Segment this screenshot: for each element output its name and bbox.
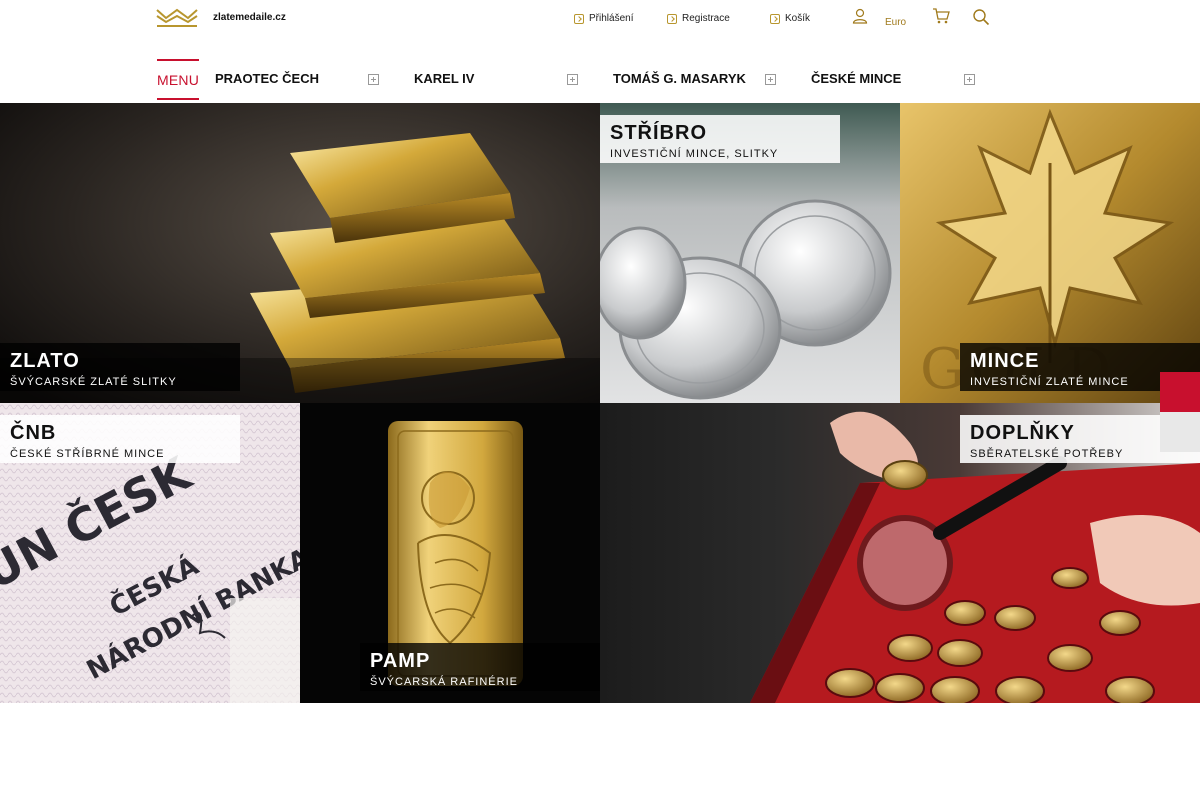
tile-title: ZLATO bbox=[10, 350, 80, 372]
top-bar: zlatemedaile.cz Přihlášení Registrace Ko… bbox=[0, 0, 1200, 44]
login-link[interactable]: Přihlášení bbox=[574, 13, 633, 24]
nav-item-tomas-masaryk[interactable]: TOMÁŠ G. MASARYK bbox=[613, 71, 746, 86]
main-nav: MENU PRAOTEC ČECH KAREL IV TOMÁŠ G. MASA… bbox=[0, 59, 1200, 103]
side-action-button[interactable] bbox=[1160, 412, 1200, 452]
tile-subtitle: INVESTIČNÍ ZLATÉ MINCE bbox=[970, 376, 1129, 388]
tile-subtitle: ČESKÉ STŘÍBRNÉ MINCE bbox=[10, 448, 165, 460]
tile-label: PAMP ŠVÝCARSKÁ RAFINÉRIE bbox=[360, 643, 600, 691]
tile-mince[interactable]: GOLD MINCE INVESTIČNÍ ZLATÉ MINCE bbox=[900, 103, 1200, 403]
tile-doplnky[interactable]: DOPLŇKY SBĚRATELSKÉ POTŘEBY bbox=[600, 403, 1200, 703]
tile-title: ČNB bbox=[10, 422, 57, 444]
chevron-right-icon bbox=[574, 13, 584, 24]
register-label: Registrace bbox=[682, 13, 730, 24]
login-label: Přihlášení bbox=[589, 13, 634, 24]
tile-zlato[interactable]: ZLATO ŠVÝCARSKÉ ZLATÉ SLITKY bbox=[0, 103, 600, 403]
menu-button[interactable]: MENU bbox=[157, 59, 199, 100]
tile-title: DOPLŇKY bbox=[970, 422, 1075, 444]
expand-plus-icon[interactable] bbox=[567, 74, 578, 85]
register-link[interactable]: Registrace bbox=[667, 13, 730, 24]
site-name[interactable]: zlatemedaile.cz bbox=[213, 12, 286, 23]
expand-plus-icon[interactable] bbox=[368, 74, 379, 85]
nav-item-karel-iv[interactable]: KAREL IV bbox=[414, 71, 474, 86]
cart-link[interactable]: Košík bbox=[770, 13, 810, 24]
search-icon[interactable] bbox=[972, 8, 990, 26]
tile-title: STŘÍBRO bbox=[610, 122, 707, 144]
tile-title: MINCE bbox=[970, 350, 1040, 372]
cart-label: Košík bbox=[785, 13, 811, 24]
expand-plus-icon[interactable] bbox=[765, 74, 776, 85]
tile-subtitle: SBĚRATELSKÉ POTŘEBY bbox=[970, 448, 1124, 460]
side-action-button[interactable] bbox=[1160, 372, 1200, 412]
nav-item-ceske-mince[interactable]: ČESKÉ MINCE bbox=[811, 71, 901, 86]
tile-subtitle: ŠVÝCARSKÁ RAFINÉRIE bbox=[370, 676, 518, 688]
tile-label: STŘÍBRO INVESTIČNÍ MINCE, SLITKY bbox=[600, 115, 840, 163]
nav-item-praotec-cech[interactable]: PRAOTEC ČECH bbox=[215, 71, 319, 86]
tile-subtitle: INVESTIČNÍ MINCE, SLITKY bbox=[610, 148, 779, 160]
tile-subtitle: ŠVÝCARSKÉ ZLATÉ SLITKY bbox=[10, 376, 177, 388]
tile-label: ZLATO ŠVÝCARSKÉ ZLATÉ SLITKY bbox=[0, 343, 240, 391]
cart-icon[interactable] bbox=[932, 8, 950, 24]
tile-stribro[interactable]: STŘÍBRO INVESTIČNÍ MINCE, SLITKY bbox=[600, 103, 900, 403]
currency-selector[interactable]: Euro bbox=[885, 17, 906, 28]
crown-logo-icon[interactable] bbox=[155, 7, 199, 29]
tile-label: ČNB ČESKÉ STŘÍBRNÉ MINCE bbox=[0, 415, 240, 463]
tile-title: PAMP bbox=[370, 650, 431, 672]
expand-plus-icon[interactable] bbox=[964, 74, 975, 85]
tile-cnb[interactable]: RUN ČESK ČESKÁ NÁRODNÍ BANKA 2007 ČNB ČE… bbox=[0, 403, 300, 703]
user-icon[interactable] bbox=[852, 8, 868, 24]
tile-pamp[interactable]: PAMP ŠVÝCARSKÁ RAFINÉRIE bbox=[300, 403, 600, 703]
chevron-right-icon bbox=[770, 13, 780, 24]
chevron-right-icon bbox=[667, 13, 677, 24]
